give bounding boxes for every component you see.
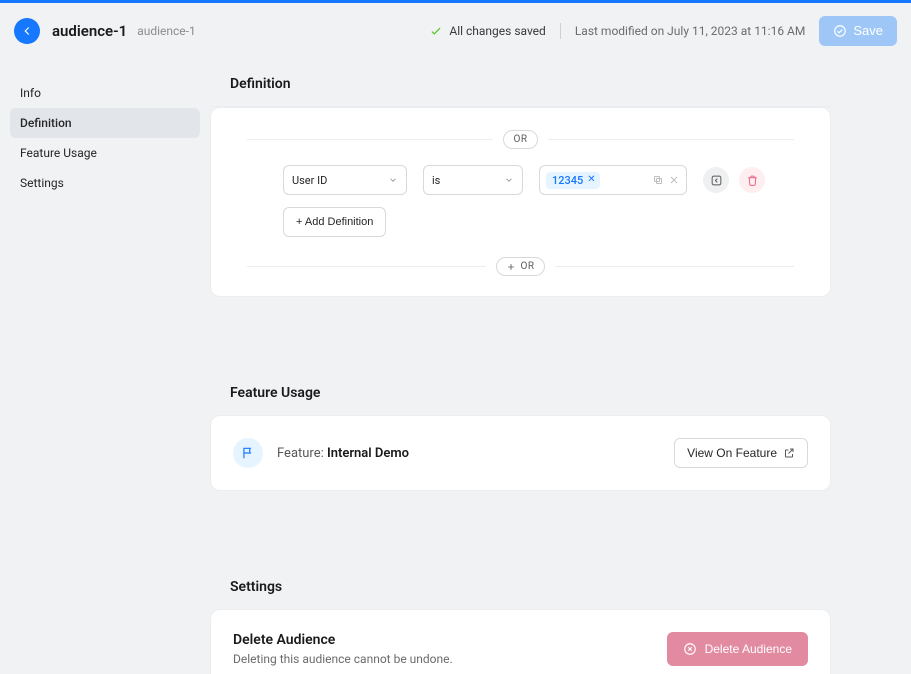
chevron-left-box-icon <box>710 174 723 187</box>
arrow-left-icon <box>20 24 34 38</box>
feature-text: Feature: Internal Demo <box>277 446 660 461</box>
feature-icon-badge <box>233 438 263 468</box>
last-modified: Last modified on July 11, 2023 at 11:16 … <box>561 24 820 38</box>
operator-select[interactable]: is <box>423 165 523 195</box>
section-title-settings: Settings <box>210 561 831 609</box>
rule-row-actions <box>703 167 794 193</box>
value-tag-text: 12345 <box>552 174 583 187</box>
delete-audience-title: Delete Audience <box>233 632 653 648</box>
delete-audience-copy: Delete Audience Deleting this audience c… <box>233 632 653 666</box>
feature-prefix: Feature: <box>277 446 327 461</box>
sidebar-item-definition[interactable]: Definition <box>10 108 200 138</box>
page-header: audience-1 audience-1 All changes saved … <box>0 3 911 58</box>
add-definition-button[interactable]: + Add Definition <box>283 207 386 237</box>
collapse-button[interactable] <box>703 167 729 193</box>
back-button[interactable] <box>14 18 40 44</box>
tag-remove-button[interactable]: ✕ <box>587 175 595 185</box>
value-input[interactable]: 12345 ✕ <box>539 165 687 195</box>
view-on-feature-button[interactable]: View On Feature <box>674 438 808 468</box>
sidebar-item-settings[interactable]: Settings <box>10 168 200 198</box>
sidebar: Info Definition Feature Usage Settings <box>0 58 210 674</box>
or-pill: OR <box>503 130 537 149</box>
check-circle-icon <box>833 24 847 38</box>
main-content: Definition OR User ID <box>210 58 911 674</box>
check-icon <box>429 24 443 38</box>
flag-icon <box>241 446 255 460</box>
sidebar-item-feature-usage[interactable]: Feature Usage <box>10 138 200 168</box>
delete-audience-desc: Deleting this audience cannot be undone. <box>233 652 653 666</box>
feature-name: Internal Demo <box>327 446 409 461</box>
field-select[interactable]: User ID <box>283 165 407 195</box>
sidebar-item-info[interactable]: Info <box>10 78 200 108</box>
save-button[interactable]: Save <box>819 16 897 46</box>
chevron-down-icon <box>504 175 514 185</box>
value-tag: 12345 ✕ <box>546 172 600 189</box>
feature-usage-card: Feature: Internal Demo View On Feature <box>210 415 831 491</box>
section-title-definition: Definition <box>210 58 831 107</box>
delete-rule-button[interactable] <box>739 167 765 193</box>
external-link-icon <box>783 447 795 459</box>
add-or-button[interactable]: OR <box>496 257 544 276</box>
x-circle-icon <box>683 642 697 656</box>
trash-icon <box>746 174 759 187</box>
or-divider-bottom: OR <box>247 257 794 276</box>
delete-audience-button[interactable]: Delete Audience <box>667 632 808 666</box>
page-title: audience-1 <box>52 22 127 40</box>
copy-icon[interactable] <box>652 174 664 186</box>
operator-select-value: is <box>432 174 440 187</box>
definition-rule-row: User ID is 12345 ✕ <box>247 165 794 195</box>
view-on-feature-label: View On Feature <box>687 446 777 460</box>
definition-card: OR User ID is <box>210 107 831 297</box>
or-divider-top: OR <box>247 130 794 149</box>
plus-icon <box>506 262 516 272</box>
save-status-text: All changes saved <box>449 24 545 38</box>
clear-icon[interactable] <box>668 174 680 186</box>
save-button-label: Save <box>853 23 883 38</box>
settings-card: Delete Audience Deleting this audience c… <box>210 609 831 674</box>
delete-audience-button-label: Delete Audience <box>705 642 792 656</box>
chevron-down-icon <box>388 175 398 185</box>
section-title-feature-usage: Feature Usage <box>210 367 831 415</box>
save-status: All changes saved <box>415 24 559 38</box>
field-select-value: User ID <box>292 174 327 187</box>
page-subtitle: audience-1 <box>137 24 196 38</box>
